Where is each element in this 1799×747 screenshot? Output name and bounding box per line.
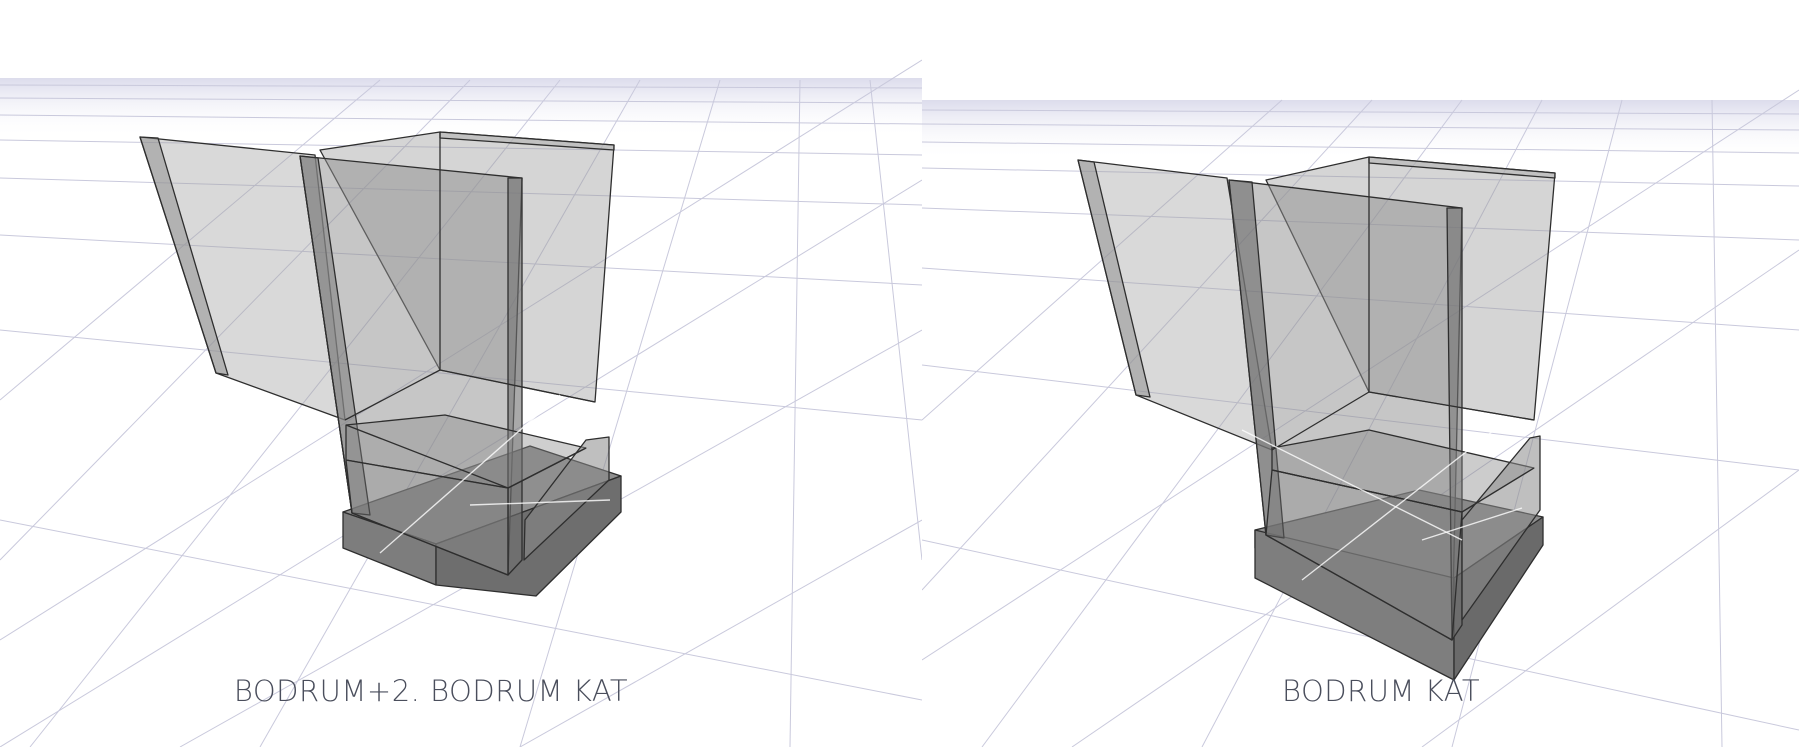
model-render-right	[922, 89, 1799, 747]
view-left: BODRUM+2. BODRUM KAT	[0, 0, 922, 747]
model-render-left	[0, 59, 922, 747]
building-model	[139, 131, 622, 597]
view-caption: BODRUM KAT	[1281, 674, 1481, 708]
building-model	[1077, 156, 1556, 681]
view-caption: BODRUM+2. BODRUM KAT	[233, 674, 629, 708]
render-viewport: BODRUM+2. BODRUM KAT BODRUM KAT	[0, 0, 1799, 747]
view-right: BODRUM KAT	[922, 0, 1799, 747]
